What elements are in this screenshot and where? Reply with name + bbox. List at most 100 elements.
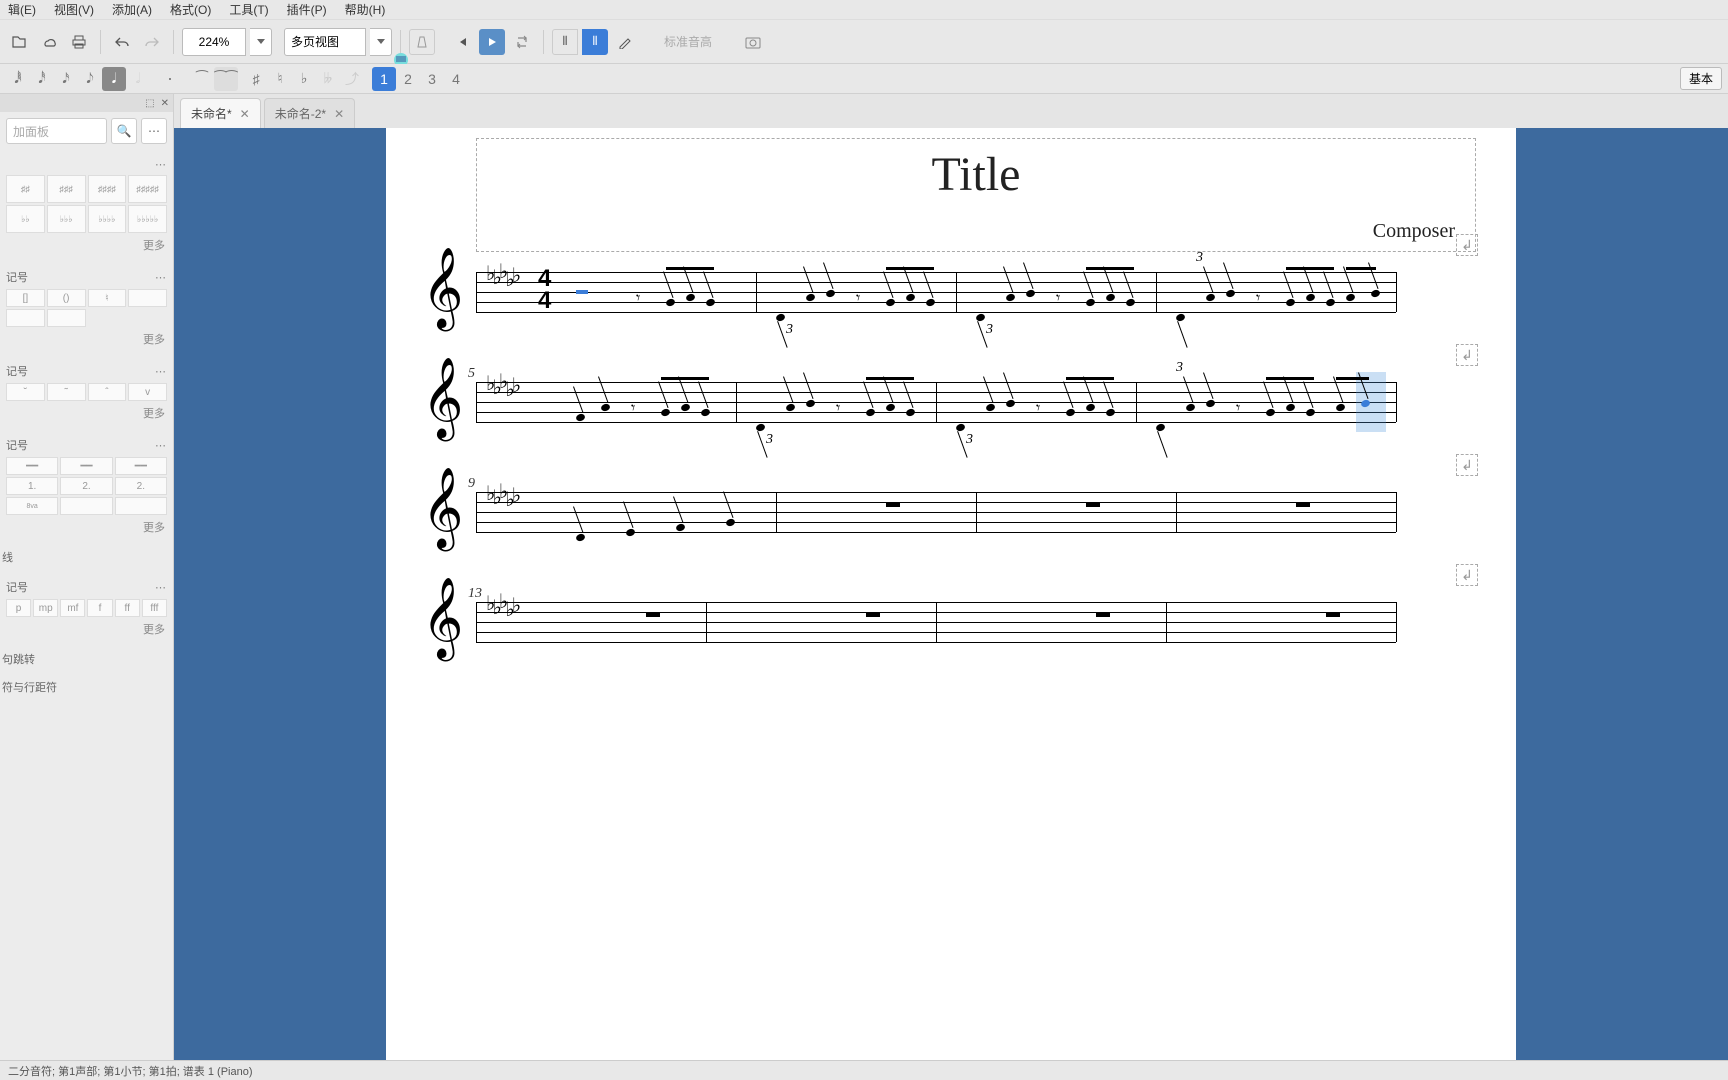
section-menu-icon[interactable]: ⋯ <box>155 365 167 378</box>
section-menu-icon[interactable]: ⋯ <box>155 271 167 284</box>
close-icon[interactable]: ✕ <box>334 107 344 121</box>
section-lines[interactable]: 线 <box>0 543 173 571</box>
accent-cell[interactable]: ˆ <box>88 383 127 401</box>
dynamic-cell[interactable]: ff <box>115 599 140 617</box>
repeat-cell[interactable]: 8va <box>6 497 58 515</box>
section-menu-icon[interactable]: ⋯ <box>155 581 167 594</box>
more-link[interactable]: 更多 <box>6 233 167 257</box>
keysig-cell[interactable]: ♭♭ <box>6 205 45 233</box>
tab-untitled-1[interactable]: 未命名*✕ <box>180 98 261 128</box>
dynamic-cell[interactable]: mf <box>60 599 85 617</box>
staff-system-4[interactable]: 13 ↲ 𝄞 ♭♭♭♭♭ <box>476 602 1476 642</box>
timesig-cell[interactable] <box>47 309 86 327</box>
voice-1-button[interactable]: 1 <box>372 67 396 91</box>
whole-rest[interactable] <box>886 502 900 507</box>
pitch-standard-label[interactable]: 标准音高 <box>664 33 712 50</box>
menu-edit[interactable]: 辑(E) <box>8 1 36 18</box>
note-16th-icon[interactable]: 𝅘𝅥𝅯 <box>54 67 78 91</box>
whole-rest[interactable] <box>1296 502 1310 507</box>
keysig-cell[interactable]: ♯♯♯♯♯ <box>128 175 167 203</box>
panel-undock-icon[interactable]: ⬚ <box>145 98 154 109</box>
tab-untitled-2[interactable]: 未命名-2*✕ <box>264 98 355 128</box>
menu-plugins[interactable]: 插件(P) <box>287 1 327 18</box>
repeat-cell[interactable]: 2. <box>60 477 112 495</box>
section-menu-icon[interactable]: ⋯ <box>155 439 167 452</box>
keysig-cell[interactable]: ♯♯♯♯ <box>88 175 127 203</box>
rewind-icon[interactable] <box>449 29 475 55</box>
more-link[interactable]: 更多 <box>6 515 167 539</box>
voice-4-button[interactable]: 4 <box>444 67 468 91</box>
staff-system-2[interactable]: 5 ↲ 𝄞 ♭♭♭♭♭ <box>476 382 1476 422</box>
section-jump[interactable]: 句跳转 <box>0 645 173 673</box>
system-break-icon[interactable]: ↲ <box>1456 234 1478 256</box>
whole-rest[interactable] <box>1326 612 1340 617</box>
accent-cell[interactable]: ˜ <box>47 383 86 401</box>
dynamic-cell[interactable]: f <box>87 599 112 617</box>
note-half-icon[interactable]: 𝅗𝅥 <box>126 67 150 91</box>
menu-add[interactable]: 添加(A) <box>112 1 152 18</box>
note-quarter-icon[interactable]: 𝅘𝅥 <box>102 67 126 91</box>
menu-format[interactable]: 格式(O) <box>170 1 211 18</box>
whole-rest[interactable] <box>866 612 880 617</box>
system-break-icon[interactable]: ↲ <box>1456 454 1478 476</box>
score-title[interactable]: Title <box>497 147 1455 202</box>
menu-help[interactable]: 帮助(H) <box>345 1 386 18</box>
camera-icon[interactable] <box>740 29 766 55</box>
repeat-cell[interactable] <box>115 497 167 515</box>
repeat-cell[interactable]: ━━ <box>6 457 58 475</box>
play-icon[interactable] <box>479 29 505 55</box>
score-composer[interactable]: Composer <box>497 220 1455 243</box>
workspace-basic-button[interactable]: 基本 <box>1680 67 1722 90</box>
repeat-cell[interactable] <box>60 497 112 515</box>
dot-icon[interactable]: · <box>158 67 182 91</box>
title-frame[interactable]: Title Composer <box>476 138 1476 252</box>
more-link[interactable]: 更多 <box>6 327 167 351</box>
keysig-cell[interactable]: ♭♭♭♭♭ <box>128 205 167 233</box>
loop-icon[interactable] <box>509 29 535 55</box>
accent-cell[interactable]: ˘ <box>6 383 45 401</box>
accent-cell[interactable]: v <box>128 383 167 401</box>
natural-icon[interactable]: ♮ <box>268 67 292 91</box>
whole-rest[interactable] <box>1086 502 1100 507</box>
close-icon[interactable]: ✕ <box>240 107 250 121</box>
repeat-cell[interactable]: ━━ <box>115 457 167 475</box>
panel-close-icon[interactable]: ✕ <box>161 98 169 109</box>
score-canvas[interactable]: Title Composer ↲ 𝄞 ♭♭♭♭♭ 44 <box>174 128 1728 1060</box>
repeat-cell[interactable]: 2. <box>115 477 167 495</box>
undo-icon[interactable] <box>109 29 135 55</box>
system-break-icon[interactable]: ↲ <box>1456 344 1478 366</box>
view-mode-select[interactable]: 多页视图 <box>284 28 366 56</box>
palette-search-button[interactable]: 🔍 <box>111 118 137 144</box>
note-32nd-icon[interactable]: 𝅘𝅥𝅰 <box>30 67 54 91</box>
repeat-end-icon[interactable]: ⦀ <box>582 29 608 55</box>
note-64th-icon[interactable]: 𝅘𝅥𝅱 <box>6 67 30 91</box>
staff-system-3[interactable]: 9 ↲ 𝄞 ♭♭♭♭♭ <box>476 492 1476 532</box>
print-icon[interactable] <box>66 29 92 55</box>
repeat-start-icon[interactable]: ⦀ <box>552 29 578 55</box>
slur-icon[interactable]: ⁀⁀ <box>214 67 238 91</box>
keysig-cell[interactable]: ♭♭♭ <box>47 205 86 233</box>
note-8th-icon[interactable]: 𝅘𝅥𝅮 <box>78 67 102 91</box>
redo-icon[interactable] <box>139 29 165 55</box>
menu-view[interactable]: 视图(V) <box>54 1 94 18</box>
whole-rest[interactable] <box>646 612 660 617</box>
flat-icon[interactable]: ♭ <box>292 67 316 91</box>
section-menu-icon[interactable]: ⋯ <box>155 158 167 171</box>
timesig-cell[interactable] <box>128 289 167 307</box>
sharp-icon[interactable]: ♯ <box>244 67 268 91</box>
repeat-cell[interactable]: ━━ <box>60 457 112 475</box>
section-breaks[interactable]: 符与行距符 <box>0 673 173 701</box>
timesig-cell[interactable]: ♮ <box>88 289 127 307</box>
repeat-cell[interactable]: 1. <box>6 477 58 495</box>
voice-2-button[interactable]: 2 <box>396 67 420 91</box>
palette-search-input[interactable]: 加面板 <box>6 118 107 144</box>
more-link[interactable]: 更多 <box>6 617 167 641</box>
voice-3-button[interactable]: 3 <box>420 67 444 91</box>
keysig-cell[interactable]: ♯♯♯ <box>47 175 86 203</box>
cloud-icon[interactable] <box>36 29 62 55</box>
more-link[interactable]: 更多 <box>6 401 167 425</box>
dynamic-cell[interactable]: p <box>6 599 31 617</box>
dynamic-cell[interactable]: fff <box>142 599 167 617</box>
tie-icon[interactable]: ⁀ <box>190 67 214 91</box>
double-flat-icon[interactable]: 𝄫 <box>316 67 340 91</box>
